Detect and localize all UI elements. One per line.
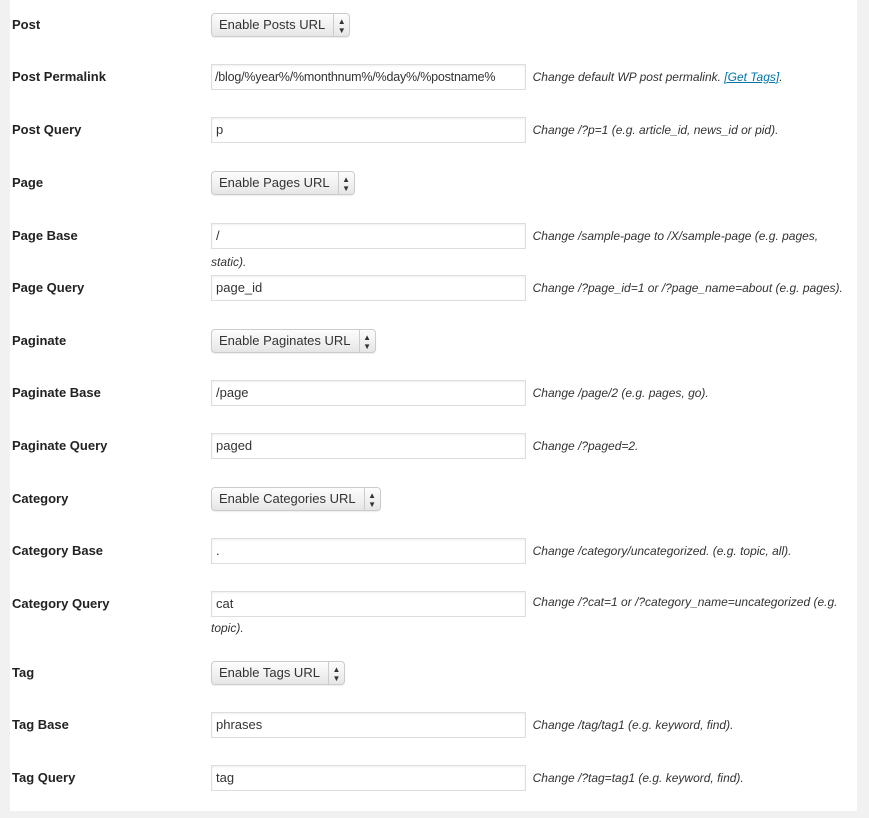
description-text: Change default WP post permalink. (532, 70, 725, 84)
page-select[interactable]: Enable Pages URL ▲ ▼ (211, 171, 355, 195)
input-value: tag (216, 770, 235, 785)
tag-select[interactable]: Enable Tags URL ▲ ▼ (211, 661, 345, 685)
category-query-input[interactable]: cat (211, 591, 526, 617)
post-permalink-description: Change default WP post permalink. [Get T… (533, 70, 783, 84)
select-value: Enable Tags URL (219, 665, 320, 680)
post-query-input[interactable]: p (211, 117, 526, 143)
input-value: /page (216, 385, 249, 400)
post-select[interactable]: Enable Posts URL ▲ ▼ (211, 13, 351, 37)
description-text: Change /page/2 (e.g. pages, go). (532, 386, 709, 400)
label-post-query: Post Query (12, 122, 82, 137)
label-paginate-base: Paginate Base (12, 385, 101, 400)
label-page-query: Page Query (12, 280, 85, 295)
row-tag: Tag Enable Tags URL ▲ ▼ (10, 661, 857, 713)
row-paginate-base: Paginate Base/page Change /page/2 (e.g. … (10, 380, 857, 433)
row-paginate-query: Paginate Query paged Change /?paged=2. (10, 433, 857, 486)
up-down-arrows-icon: ▲ ▼ (363, 488, 380, 510)
tag-query-input[interactable]: tag (211, 765, 526, 791)
row-paginate: Paginate Enable Paginates URL ▲ ▼ (10, 329, 857, 381)
get-tags-link[interactable]: [Get Tags] (724, 70, 779, 84)
paginate-query-description: Change /?paged=2. (533, 439, 639, 453)
description-text: Change /?page_id=1 or /?page_name=about … (532, 281, 843, 295)
row-post-permalink: Post Permalink/blog/%year%/%monthnum%/%d… (10, 64, 857, 117)
label-category: Category (12, 491, 69, 506)
label-tag-base: Tag Base (12, 717, 69, 732)
label-page-base: Page Base (12, 228, 78, 243)
paginate-query-input[interactable]: paged (211, 433, 526, 459)
paginate-base-description: Change /page/2 (e.g. pages, go). (533, 386, 709, 400)
row-category: Category Enable Categories URL ▲ ▼ (10, 487, 857, 539)
row-page: Page Enable Pages URL ▲ ▼ (10, 171, 857, 223)
description-text: Change /category/uncategorized. (e.g. to… (532, 544, 792, 558)
tag-base-input[interactable]: phrases (211, 712, 526, 738)
row-tag-base: Tag Base phrases Change /tag/tag1 (e.g. k… (10, 712, 857, 765)
description-text: Change /?tag=tag1 (e.g. keyword, find). (532, 771, 744, 785)
input-value: / (216, 228, 220, 243)
page-base-input[interactable]: / (211, 223, 526, 249)
category-base-input[interactable]: . (211, 538, 526, 564)
input-value: page_id (216, 280, 263, 295)
page-query-input[interactable]: page_id (211, 275, 526, 301)
label-post-permalink: Post Permalink (12, 69, 106, 84)
row-post-query: Post Query p Change /?p=1 (e.g. article_i… (10, 117, 857, 170)
page-query-description: Change /?page_id=1 or /?page_name=about … (533, 281, 843, 295)
select-value: Enable Categories URL (219, 491, 356, 506)
row-page-base: Page Base / Change /sample-page to /X/sam… (10, 223, 857, 276)
label-tag-query: Tag Query (12, 770, 76, 785)
category-select[interactable]: Enable Categories URL ▲ ▼ (211, 487, 381, 511)
tag-query-description: Change /?tag=tag1 (e.g. keyword, find). (533, 771, 744, 785)
up-down-arrows-icon: ▲ ▼ (358, 330, 375, 352)
settings-form: Post Enable Posts URL ▲ ▼ Post Permalink/blo… (10, 0, 857, 811)
category-base-description: Change /category/uncategorized. (e.g. to… (533, 544, 792, 558)
post-query-description: Change /?p=1 (e.g. article_id, news_id o… (533, 123, 779, 137)
select-value: Enable Posts URL (219, 17, 326, 32)
row-page-query: Page Query page_id Change /?page_id=1 or … (10, 275, 857, 328)
description-text: Change /?p=1 (e.g. article_id, news_id o… (532, 123, 779, 137)
label-paginate: Paginate (12, 333, 67, 348)
label-paginate-query: Paginate Query (12, 438, 108, 453)
label-category-query: Category Query (12, 596, 110, 611)
tag-base-description: Change /tag/tag1 (e.g. keyword, find). (533, 718, 734, 732)
up-down-arrows-icon: ▲ ▼ (337, 172, 354, 194)
paginate-select[interactable]: Enable Paginates URL ▲ ▼ (211, 329, 376, 353)
row-category-query: Category Query cat Change /?cat=1 or /?ca… (10, 591, 857, 644)
up-down-arrows-icon: ▲ ▼ (327, 662, 344, 684)
input-value: p (216, 122, 224, 137)
input-value: /blog/%year%/%monthnum%/%day%/%postname% (215, 70, 496, 84)
description-end: . (779, 70, 783, 84)
label-page: Page (12, 175, 44, 190)
input-value: phrases (216, 717, 263, 732)
input-value: . (216, 543, 220, 558)
label-post: Post (12, 17, 41, 32)
input-value: cat (216, 596, 234, 611)
label-category-base: Category Base (12, 543, 104, 558)
up-down-arrows-icon: ▲ ▼ (333, 14, 349, 36)
description-text: Change /?paged=2. (532, 439, 639, 453)
select-value: Enable Pages URL (219, 175, 330, 190)
description-text: Change /tag/tag1 (e.g. keyword, find). (532, 718, 734, 732)
select-value: Enable Paginates URL (219, 333, 351, 348)
label-tag: Tag (12, 665, 35, 680)
post-permalink-input[interactable]: /blog/%year%/%monthnum%/%day%/%postname% (211, 64, 526, 90)
input-value: paged (216, 438, 253, 453)
row-post: Post Enable Posts URL ▲ ▼ (10, 13, 857, 65)
paginate-base-input[interactable]: /page (211, 380, 526, 406)
row-category-base: Category Base. Change /category/uncatego… (10, 538, 857, 591)
row-tag-query: Tag Query tag Change /?tag=tag1 (e.g. key… (10, 765, 857, 818)
